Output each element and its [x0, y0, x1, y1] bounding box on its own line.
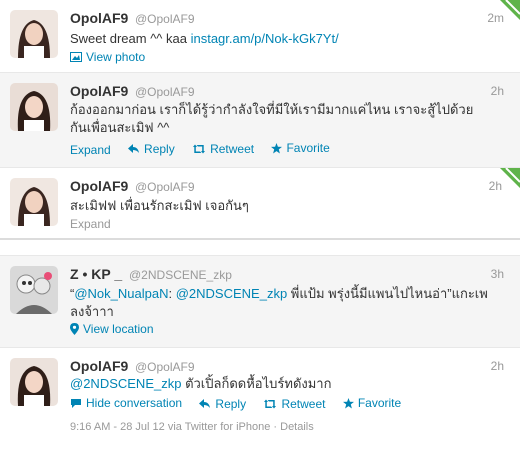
- tweet-2[interactable]: OpolAF9 @OpolAF9 2h ก้องออกมาก่อน เราก็ไ…: [0, 73, 520, 168]
- reply-button[interactable]: Reply: [199, 397, 246, 411]
- tweet-screenname[interactable]: @OpolAF9: [135, 85, 195, 99]
- view-photo-label: View photo: [86, 50, 146, 64]
- colon: :: [168, 286, 176, 301]
- new-tweet-corner-icon: [500, 0, 520, 20]
- expand-button[interactable]: Expand: [70, 217, 111, 231]
- tweet-fullname[interactable]: OpolAF9: [70, 178, 128, 194]
- tweet-text: Sweet dream ^^ kaa instagr.am/p/Nok-kGk7…: [70, 30, 490, 48]
- tweet-timestamp[interactable]: 2h: [491, 84, 504, 98]
- star-icon: [271, 142, 283, 154]
- view-location-label: View location: [83, 322, 154, 336]
- tweet-text-body: Sweet dream ^^ kaa: [70, 31, 191, 46]
- avatar[interactable]: [10, 266, 58, 314]
- star-icon: [342, 397, 354, 409]
- tweet-fullname[interactable]: OpolAF9: [70, 83, 128, 99]
- tweet-text: สะเมิฟฟ เพื่อนรักสะเมิฟ เจอกันๆ: [70, 198, 249, 213]
- tweet-text: “@Nok_NualpaN: @2NDSCENE_zkp พี่แป้ม พรุ…: [70, 285, 490, 321]
- tweet-timestamp[interactable]: 3h: [491, 267, 504, 281]
- tweet-fullname[interactable]: OpolAF9: [70, 358, 128, 374]
- tweet-text-rest: ตัวเปิ้ลก็ดดหื้อไบร์ทดังมาก: [181, 376, 332, 391]
- tweet-screenname[interactable]: @OpolAF9: [135, 12, 195, 26]
- retweet-button[interactable]: Retweet: [192, 142, 254, 156]
- tweet-screenname[interactable]: @OpolAF9: [135, 360, 195, 374]
- tweet-meta: 9:16 AM - 28 Jul 12 via Twitter for iPho…: [70, 421, 314, 433]
- reply-label: Reply: [215, 396, 247, 411]
- retweet-icon: [192, 144, 206, 154]
- tweet-1[interactable]: OpolAF9 @OpolAF9 2m Sweet dream ^^ kaa i…: [0, 0, 520, 73]
- avatar[interactable]: [10, 178, 58, 226]
- tweet-link[interactable]: instagr.am/p/Nok-kGk7Yt/: [191, 31, 339, 46]
- expand-label: Expand: [70, 142, 111, 157]
- tweet-text: ก้องออกมาก่อน เราก็ได้รู้ว่ากำลังใจที่มี…: [70, 102, 474, 135]
- tweet-text: @2NDSCENE_zkp ตัวเปิ้ลก็ดดหื้อไบร์ทดังมา…: [70, 375, 490, 393]
- mention-link[interactable]: @2NDSCENE_zkp: [70, 376, 181, 391]
- tweet-fullname[interactable]: OpolAF9: [70, 10, 128, 26]
- photo-icon: [70, 52, 82, 62]
- avatar[interactable]: [10, 10, 58, 58]
- retweet-button[interactable]: Retweet: [263, 397, 325, 411]
- favorite-label: Favorite: [286, 141, 330, 155]
- avatar[interactable]: [10, 83, 58, 131]
- hide-conversation-button[interactable]: Hide conversation: [70, 396, 182, 410]
- reply-icon: [199, 398, 211, 409]
- location-pin-icon: [70, 323, 79, 335]
- view-photo-button[interactable]: View photo: [70, 50, 145, 64]
- expand-label: Expand: [70, 217, 111, 231]
- view-location-button[interactable]: View location: [70, 322, 154, 336]
- expand-button[interactable]: Expand: [70, 143, 111, 157]
- tweet-3[interactable]: OpolAF9 @OpolAF9 2h สะเมิฟฟ เพื่อนรักสะเ…: [0, 168, 520, 240]
- reply-label: Reply: [144, 141, 175, 156]
- tweet-4[interactable]: Z • KP _ @2NDSCENE_zkp 3h “@Nok_NualpaN:…: [0, 255, 520, 348]
- hide-conversation-label: Hide conversation: [86, 396, 183, 410]
- conversation-icon: [70, 398, 82, 409]
- favorite-label: Favorite: [357, 396, 402, 410]
- avatar[interactable]: [10, 358, 58, 406]
- favorite-button[interactable]: Favorite: [342, 396, 402, 410]
- reply-icon: [128, 143, 140, 154]
- retweet-icon: [263, 399, 277, 409]
- mention-link[interactable]: @Nok_NualpaN: [74, 286, 168, 301]
- retweet-label: Retweet: [281, 396, 326, 411]
- tweet-screenname[interactable]: @2NDSCENE_zkp: [129, 268, 232, 282]
- favorite-button[interactable]: Favorite: [271, 141, 330, 155]
- tweet-screenname[interactable]: @OpolAF9: [135, 180, 195, 194]
- tweet-fullname[interactable]: Z • KP _: [70, 266, 126, 282]
- reply-button[interactable]: Reply: [128, 142, 175, 156]
- retweet-label: Retweet: [210, 141, 255, 156]
- mention-link[interactable]: @2NDSCENE_zkp: [176, 286, 287, 301]
- tweet-timestamp[interactable]: 2h: [491, 359, 504, 373]
- new-tweet-corner-icon: [500, 168, 520, 188]
- tweet-5[interactable]: OpolAF9 @OpolAF9 2h @2NDSCENE_zkp ตัวเปิ…: [0, 348, 520, 449]
